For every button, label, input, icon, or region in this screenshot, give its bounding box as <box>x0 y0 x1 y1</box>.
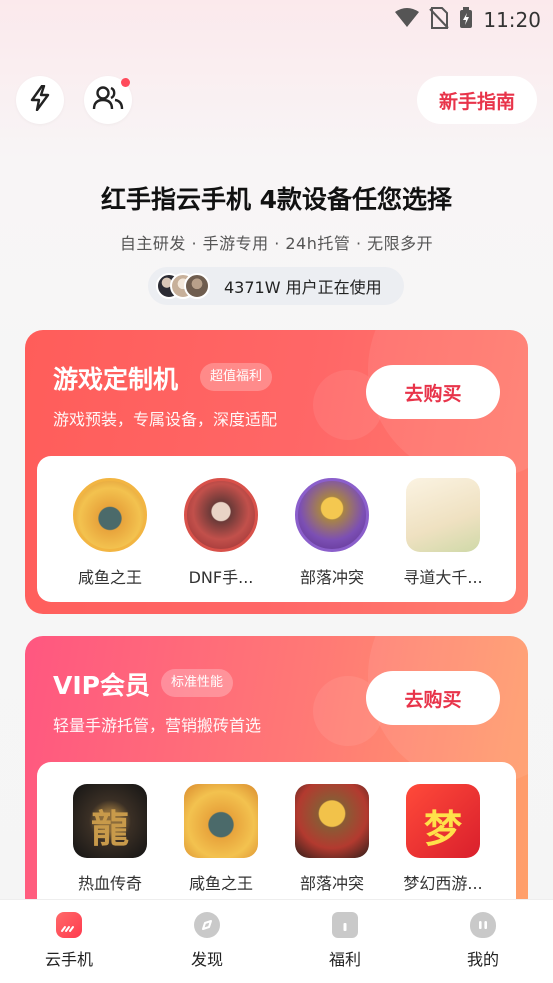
card-badge: 超值福利 <box>200 363 273 391</box>
icon-glyph: 龍 <box>90 807 129 851</box>
game-list: 咸鱼之王 DNF手... 部落冲突 寻道大千... <box>37 456 516 602</box>
status-time: 11:20 <box>483 8 541 32</box>
xianyu-icon <box>184 784 258 858</box>
xundao-icon <box>406 478 480 552</box>
vip-card: VIP会员 标准性能 轻量手游托管，营销搬砖首选 去购买 龍 热血传奇 咸鱼之王… <box>25 636 528 916</box>
notification-dot <box>121 78 130 87</box>
menghuan-icon: 梦 <box>406 784 480 858</box>
active-users-pill: 4371W 用户正在使用 <box>148 267 404 305</box>
no-sim-icon <box>429 7 450 33</box>
speed-button[interactable] <box>16 76 64 124</box>
tab-discover[interactable]: 发现 <box>162 912 252 970</box>
rexue-icon: 龍 <box>73 784 147 858</box>
card-title: VIP会员 <box>53 671 150 700</box>
buy-button[interactable]: 去购买 <box>366 365 500 419</box>
clash-icon <box>295 784 369 858</box>
friends-button[interactable] <box>84 76 132 124</box>
game-item[interactable]: 龍 热血传奇 <box>60 784 160 894</box>
game-label: 咸鱼之王 <box>188 874 253 893</box>
game-label: 热血传奇 <box>77 874 142 893</box>
tab-cloud-phone[interactable]: 云手机 <box>24 912 114 970</box>
hero-subtitle: 自主研发 · 手游专用 · 24h托管 · 无限多开 <box>119 234 434 253</box>
lightning-icon <box>29 84 51 115</box>
game-label: 寻道大千... <box>403 568 483 587</box>
dnf-icon <box>184 478 258 552</box>
active-users-text: 4371W 用户正在使用 <box>224 278 382 297</box>
status-bar: 11:20 <box>0 0 553 40</box>
profile-icon <box>470 912 496 938</box>
game-item[interactable]: 咸鱼之王 <box>60 478 160 588</box>
cloud-phone-icon <box>56 912 82 938</box>
hero-title: 红手指云手机 4款设备任您选择 <box>100 185 453 214</box>
card-description: 游戏预装，专属设备，深度适配 <box>53 410 278 429</box>
discover-icon <box>194 912 220 938</box>
avatar <box>184 273 210 299</box>
game-item[interactable]: 部落冲突 <box>282 478 382 588</box>
game-label: 咸鱼之王 <box>77 568 142 587</box>
card-title: 游戏定制机 <box>53 365 179 394</box>
xianyu-icon <box>73 478 147 552</box>
game-label: DNF手... <box>188 568 254 587</box>
game-label: 部落冲突 <box>299 568 364 587</box>
clash-icon <box>295 478 369 552</box>
tab-welfare[interactable]: 福利 <box>300 912 390 970</box>
game-item[interactable]: 梦 梦幻西游... <box>393 784 493 894</box>
newbie-guide-button[interactable]: 新手指南 <box>417 76 537 124</box>
game-item[interactable]: DNF手... <box>171 478 271 588</box>
tab-label: 云手机 <box>44 950 93 969</box>
card-description: 轻量手游托管，营销搬砖首选 <box>53 716 262 735</box>
tab-label: 我的 <box>466 950 499 969</box>
game-list: 龍 热血传奇 咸鱼之王 部落冲突 梦 梦幻西游... <box>37 762 516 916</box>
game-label: 梦幻西游... <box>403 874 483 893</box>
icon-glyph: 梦 <box>423 807 462 851</box>
tab-label: 福利 <box>328 950 361 969</box>
game-item[interactable]: 寻道大千... <box>393 478 493 588</box>
buy-button[interactable]: 去购买 <box>366 671 500 725</box>
game-custom-card: 游戏定制机 超值福利 游戏预装，专属设备，深度适配 去购买 咸鱼之王 DNF手.… <box>25 330 528 614</box>
game-item[interactable]: 咸鱼之王 <box>171 784 271 894</box>
bottom-tab-bar: 云手机 发现 福利 我的 <box>0 899 553 983</box>
battery-charging-icon <box>459 7 473 33</box>
tab-label: 发现 <box>190 950 223 969</box>
status-icons: 11:20 <box>395 7 541 33</box>
wifi-icon <box>395 8 420 32</box>
users-icon <box>92 85 124 115</box>
user-avatars <box>156 273 218 299</box>
game-item[interactable]: 部落冲突 <box>282 784 382 894</box>
top-row: 新手指南 <box>16 76 537 124</box>
tab-profile[interactable]: 我的 <box>438 912 528 970</box>
game-label: 部落冲突 <box>299 874 364 893</box>
card-badge: 标准性能 <box>161 669 234 697</box>
gift-icon <box>332 912 358 938</box>
